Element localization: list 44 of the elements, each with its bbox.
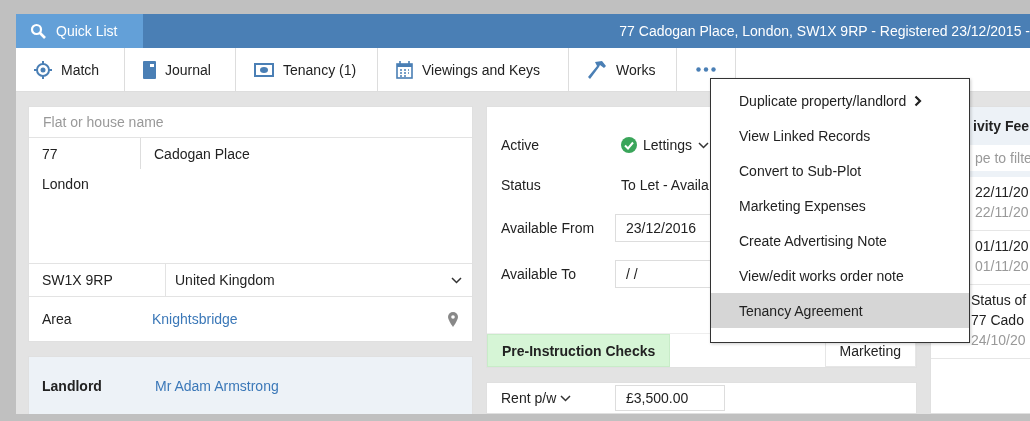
check-icon [621, 137, 637, 153]
menu-item[interactable]: Marketing Expenses [711, 188, 969, 223]
feed-text: 77 Cado [971, 312, 1025, 329]
area-label: Area [41, 311, 73, 327]
field-label: Available To [501, 266, 577, 282]
feed-text: Status of [971, 292, 1027, 309]
feed-text: 22/11/20 [975, 184, 1029, 201]
target-icon [34, 60, 52, 79]
map-pin-icon [448, 311, 458, 327]
calendar-icon [396, 60, 413, 79]
landlord-label: Landlord [41, 378, 103, 394]
town-field[interactable]: London [29, 176, 89, 192]
status-dropdown[interactable]: Lettings [621, 137, 710, 153]
field-label: Active [501, 137, 541, 153]
search-icon [30, 23, 46, 39]
landlord-link[interactable]: Mr Adam Armstrong [142, 378, 279, 394]
house-number-field[interactable]: 77 [29, 138, 141, 169]
rent-input[interactable]: £3,500.00 [615, 385, 725, 411]
street-field[interactable]: Cadogan Place [141, 145, 250, 162]
more-icon [696, 67, 716, 72]
field-value: To Let - Availa [621, 177, 709, 193]
panel-title: ivity Fee [973, 118, 1030, 134]
menu-item[interactable]: Convert to Sub-Plot [711, 153, 969, 188]
book-icon [143, 60, 156, 79]
feed-text: 01/11/20 [975, 258, 1029, 275]
banknote-icon [254, 62, 274, 77]
menu-item[interactable]: Create Advertising Note [711, 223, 969, 258]
feed-text: 24/10/20 [971, 332, 1027, 349]
feed-text: 22/11/20 [975, 204, 1029, 221]
field-label: Available From [501, 220, 596, 236]
section-tab[interactable]: Pre-Instruction Checks [487, 334, 671, 367]
chevron-down-icon [560, 394, 572, 402]
area-link[interactable]: Knightsbridge [139, 311, 238, 327]
menu-item[interactable]: View/edit works order note [711, 258, 969, 293]
field-label: Status [501, 177, 542, 193]
window-title: 77 Cadogan Place, London, SW1X 9RP - Registered 23/12/2015 - [619, 23, 1030, 39]
postcode-field[interactable]: SW1X 9RP [29, 264, 166, 296]
chevron-down-icon [451, 276, 462, 284]
feed-text: 01/11/20 [975, 238, 1029, 255]
menu-item[interactable]: View Linked Records [711, 118, 969, 153]
menu-item[interactable]: Tenancy Agreement [711, 293, 969, 328]
hammer-icon [587, 59, 607, 80]
country-dropdown[interactable]: United Kingdom [166, 272, 472, 288]
menu-item[interactable]: Duplicate property/landlord [711, 83, 969, 118]
